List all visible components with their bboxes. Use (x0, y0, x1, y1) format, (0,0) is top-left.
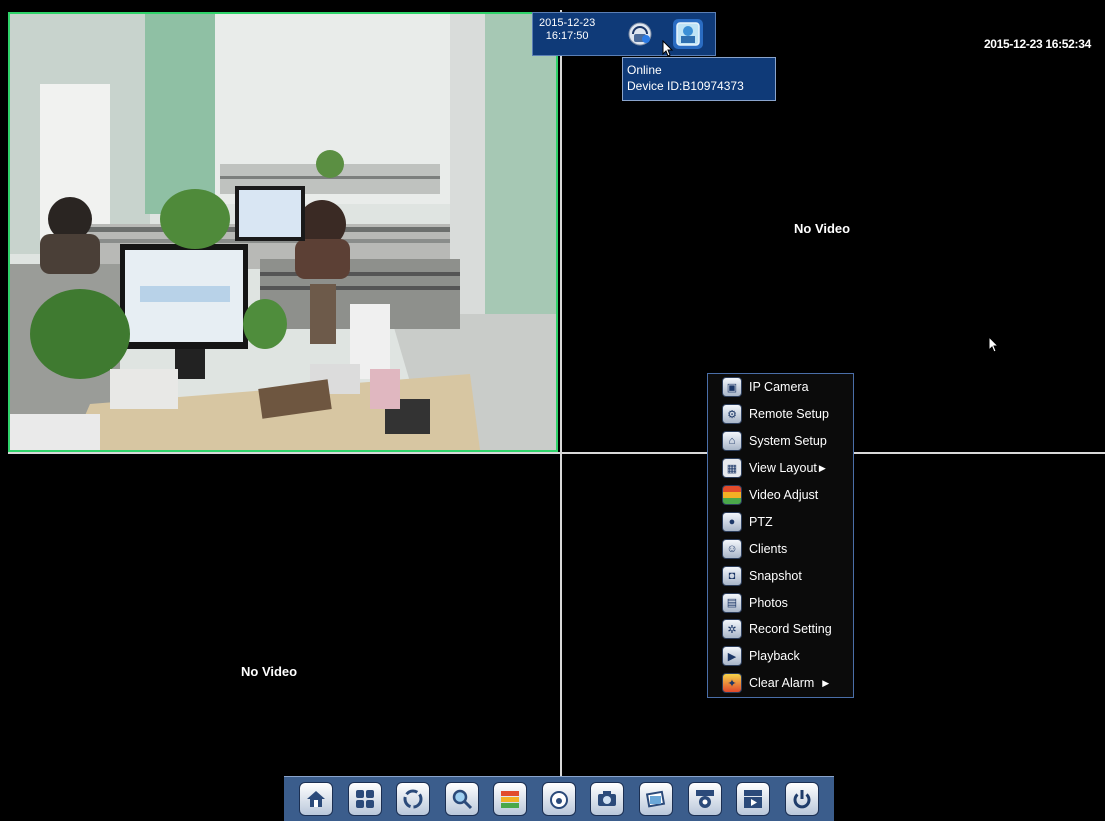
dvr-live-view: No Video No Video 2015-12-23 16:52:34 20… (0, 0, 1105, 821)
menu-item-label: Record Setting (749, 622, 832, 637)
status-date: 2015-12-23 (539, 17, 596, 29)
system-setup-icon: ⌂ (722, 431, 742, 452)
video-adjust-icon (501, 791, 520, 808)
menu-item-label: Photos (749, 595, 788, 610)
menu-item-ptz[interactable]: ● PTZ (708, 508, 853, 535)
sequence-button[interactable] (396, 782, 431, 816)
mouse-cursor-icon (988, 336, 1000, 353)
remote-setup-icon: ⚙ (722, 404, 742, 425)
playback-icon: ▶ (722, 646, 742, 667)
ip-camera-icon: ▣ (722, 377, 742, 398)
menu-item-label: Clear Alarm (749, 676, 815, 691)
snapshot-icon: ◘ (722, 565, 742, 586)
menu-item-label: PTZ (749, 514, 773, 529)
osd-timestamp: 2015-12-23 16:52:34 (983, 37, 1091, 51)
no-video-label: No Video (241, 664, 298, 679)
mouse-cursor-icon (662, 40, 674, 57)
home-setup-button[interactable] (299, 782, 334, 816)
home-setup-icon (307, 791, 326, 807)
menu-item-snapshot[interactable]: ◘ Snapshot (708, 562, 853, 589)
power-icon (793, 790, 811, 809)
channel-1-feed[interactable] (8, 12, 558, 452)
menu-item-record-setting[interactable]: ✲ Record Setting (708, 616, 853, 643)
menu-item-view-layout[interactable]: ▦ View Layout ▶ (708, 455, 853, 482)
status-widget: 2015-12-23 16:17:50 (532, 12, 716, 56)
menu-item-playback[interactable]: ▶ Playback (708, 643, 853, 670)
office-camera-image (10, 14, 556, 450)
device-icon[interactable] (673, 19, 703, 49)
sequence-icon (403, 789, 423, 809)
zoom-button[interactable] (444, 782, 479, 816)
menu-item-clients[interactable]: ☺ Clients (708, 535, 853, 562)
menu-item-label: Video Adjust (749, 488, 819, 502)
power-button[interactable] (784, 782, 819, 816)
tooltip-device-id: Device ID:B10974373 (627, 79, 744, 93)
submenu-arrow-icon: ▶ (822, 677, 830, 688)
menu-item-label: IP Camera (749, 380, 809, 395)
context-menu: ▣ IP Camera ⚙ Remote Setup ⌂ System Setu… (707, 373, 854, 698)
status-time: 16:17:50 (545, 30, 589, 42)
ptz-button[interactable] (541, 782, 576, 816)
bottom-toolbar (284, 776, 834, 821)
video-adjust-icon (722, 485, 742, 505)
grid-divider-vertical (560, 10, 562, 780)
photos-button[interactable] (638, 782, 673, 816)
network-icon[interactable] (625, 19, 655, 49)
record-setting-icon (695, 790, 714, 808)
no-video-label: No Video (794, 221, 851, 236)
menu-item-label: System Setup (749, 434, 827, 449)
record-setting-button[interactable] (687, 782, 722, 816)
tooltip-status: Online (627, 63, 662, 77)
playback-button[interactable] (736, 782, 771, 816)
menu-item-video-adjust[interactable]: Video Adjust (708, 482, 853, 509)
submenu-arrow-icon: ▶ (818, 462, 826, 473)
layout-button[interactable] (347, 782, 382, 816)
snapshot-button[interactable] (590, 782, 625, 816)
menu-item-label: Clients (749, 541, 788, 556)
playback-icon (744, 790, 763, 808)
menu-item-system-setup[interactable]: ⌂ System Setup (708, 428, 853, 455)
video-adjust-button[interactable] (493, 782, 528, 816)
menu-item-label: Remote Setup (749, 407, 829, 422)
grid-divider-horizontal (8, 452, 1105, 454)
record-setting-icon: ✲ (722, 619, 742, 640)
menu-item-remote-setup[interactable]: ⚙ Remote Setup (708, 401, 853, 428)
status-datetime: 2015-12-23 16:17:50 (539, 17, 595, 43)
view-layout-icon: ▦ (722, 458, 742, 479)
clear-alarm-icon: ✦ (722, 673, 742, 694)
ptz-icon: ● (722, 511, 742, 532)
snapshot-icon (598, 791, 617, 806)
menu-item-label: Playback (749, 649, 800, 664)
menu-item-ip-camera[interactable]: ▣ IP Camera (708, 374, 853, 401)
status-tooltip: Online Device ID:B10974373 (622, 57, 776, 101)
clients-icon: ☺ (722, 538, 742, 559)
layout-icon (355, 790, 374, 808)
zoom-icon (452, 789, 472, 810)
photos-icon (645, 790, 666, 808)
menu-item-label: View Layout (749, 461, 817, 476)
ptz-icon (549, 791, 568, 809)
menu-item-photos[interactable]: ▤ Photos (708, 589, 853, 616)
menu-item-label: Snapshot (749, 568, 802, 583)
channel-3-feed[interactable]: No Video (8, 454, 560, 776)
photos-icon: ▤ (722, 592, 742, 613)
menu-item-clear-alarm[interactable]: ✦ Clear Alarm ▶ (708, 670, 853, 697)
